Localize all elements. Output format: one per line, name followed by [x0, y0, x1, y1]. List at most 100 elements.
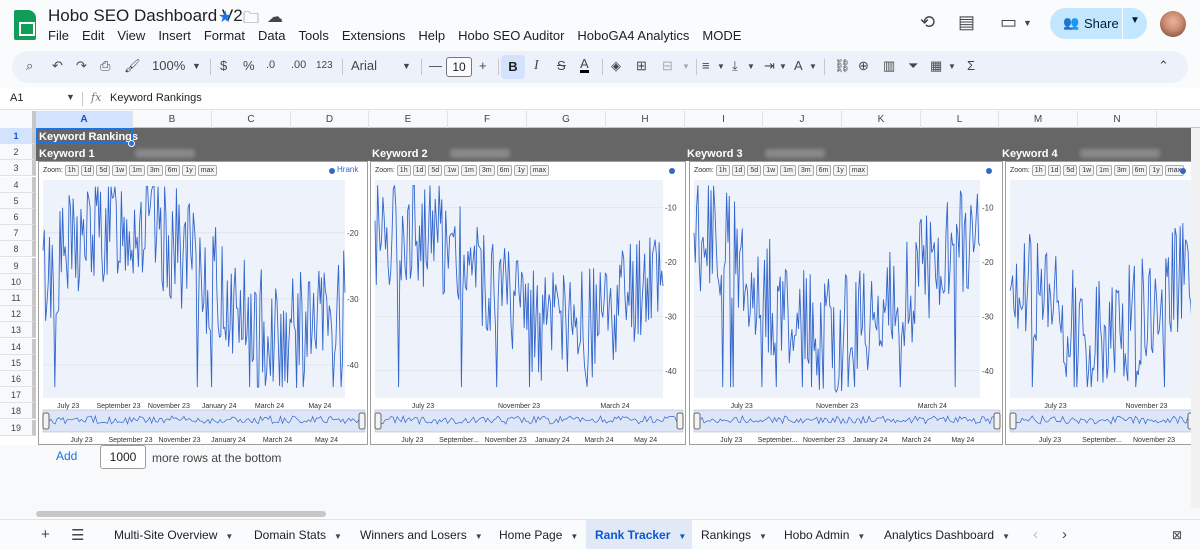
tab-menu-caret-icon[interactable]: ▼ [857, 532, 865, 541]
menu-hoboga4-analytics[interactable]: HoboGA4 Analytics [577, 27, 696, 43]
rank-chart-2[interactable]: Zoom: 1h 1d 5d 1w 1m 3m 6m 1y max -10 -20 -30 -40 Jul… [370, 161, 686, 445]
insert-comment-icon[interactable]: ⊕ [858, 58, 869, 74]
increase-font-size-icon[interactable]: + [479, 58, 487, 73]
search-menus-icon[interactable]: ⌕ [26, 58, 33, 74]
rows-count-input[interactable]: 1000 [100, 445, 146, 469]
horizontal-align-icon[interactable]: ≡ [702, 58, 710, 73]
undo-icon[interactable]: ↶ [52, 58, 63, 74]
column-header-i[interactable]: I [685, 111, 763, 128]
sheet-tab-winners-and-losers[interactable]: Winners and Losers ▼ [351, 520, 484, 549]
bold-button[interactable]: B [501, 55, 525, 79]
row-header-17[interactable]: 17 [0, 387, 36, 404]
borders-icon[interactable]: ⊞ [636, 58, 647, 74]
vertical-scrollbar[interactable] [1191, 128, 1200, 508]
select-all-corner[interactable] [0, 111, 36, 128]
meet-video-icon[interactable]: ▭ [1000, 12, 1017, 33]
spreadsheet-grid[interactable]: ABCDEFGHIJKLMN 1 2 3 4 5 6 7 8 9 10 11 12 13 14 15 16 17… [0, 111, 1200, 516]
share-button[interactable]: 👥 Share ▼ [1050, 8, 1147, 39]
wrap-caret-icon[interactable]: ▼ [779, 62, 787, 71]
keyword-label-1[interactable]: Keyword 1 [39, 148, 95, 160]
tab-menu-caret-icon[interactable]: ▼ [1002, 532, 1010, 541]
more-formats-button[interactable]: 123 [316, 60, 333, 71]
decrease-decimal-button[interactable]: .0 [266, 59, 275, 71]
text-color-button[interactable]: A [580, 57, 589, 73]
menu-view[interactable]: View [117, 27, 152, 43]
menu-tools[interactable]: Tools [298, 27, 335, 43]
merge-cells-icon[interactable]: ⊟ [662, 58, 673, 74]
row-header-1[interactable]: 1 [0, 128, 36, 144]
row-header-8[interactable]: 8 [0, 241, 36, 258]
insert-link-icon[interactable]: ⛓ [834, 58, 851, 74]
format-percent-button[interactable]: % [243, 58, 255, 73]
column-header-m[interactable]: M [999, 111, 1078, 128]
sheet-tab-hobo-admin[interactable]: Hobo Admin ▼ [775, 520, 869, 549]
sheet-tab-analytics-dashboard[interactable]: Analytics Dashboard ▼ [875, 520, 1021, 549]
all-sheets-icon[interactable]: ☰ [71, 526, 84, 544]
column-header-f[interactable]: F [448, 111, 527, 128]
row-header-7[interactable]: 7 [0, 225, 36, 242]
column-header-e[interactable]: E [369, 111, 448, 128]
tab-menu-caret-icon[interactable]: ▼ [678, 532, 686, 541]
keyword-label-2[interactable]: Keyword 2 [372, 148, 428, 160]
column-header-j[interactable]: J [763, 111, 842, 128]
font-size-input[interactable]: 10 [446, 57, 472, 77]
filter-views-caret-icon[interactable]: ▼ [948, 62, 956, 71]
menu-format[interactable]: Format [204, 27, 252, 43]
rotation-caret-icon[interactable]: ▼ [809, 62, 817, 71]
halign-caret-icon[interactable]: ▼ [717, 62, 725, 71]
text-rotation-icon[interactable]: A [794, 58, 803, 73]
row-header-5[interactable]: 5 [0, 192, 36, 209]
menu-file[interactable]: File [48, 27, 76, 43]
row-header-11[interactable]: 11 [0, 290, 36, 306]
sheet-tab-rankings[interactable]: Rankings ▼ [692, 520, 769, 549]
add-sheet-icon[interactable]: + [41, 526, 50, 543]
format-currency-button[interactable]: $ [220, 58, 227, 73]
insert-chart-icon[interactable]: ▥ [883, 58, 895, 74]
horizontal-scrollbar[interactable] [36, 511, 326, 517]
increase-decimal-button[interactable]: .00 [291, 59, 306, 71]
tab-menu-caret-icon[interactable]: ▼ [759, 532, 767, 541]
column-header-d[interactable]: D [291, 111, 369, 128]
fill-handle[interactable] [128, 140, 135, 147]
sheet-tab-domain-stats[interactable]: Domain Stats ▼ [245, 520, 345, 549]
tab-menu-caret-icon[interactable]: ▼ [225, 532, 233, 541]
explore-icon[interactable]: ⊠ [1172, 528, 1182, 542]
row-header-16[interactable]: 16 [0, 371, 36, 387]
row-header-9[interactable]: 9 [0, 257, 36, 274]
document-title[interactable]: Hobo SEO Dashboard V2 [48, 6, 243, 26]
menu-data[interactable]: Data [258, 27, 292, 43]
row-header-3[interactable]: 3 [0, 160, 36, 177]
row-header-14[interactable]: 14 [0, 338, 36, 355]
meet-caret-icon[interactable]: ▼ [1023, 18, 1032, 28]
paint-format-icon[interactable]: 🖌 [124, 58, 141, 74]
strikethrough-button[interactable]: S [557, 58, 566, 73]
filter-views-icon[interactable]: ▦ [930, 58, 942, 74]
row-header-6[interactable]: 6 [0, 209, 36, 225]
row-header-13[interactable]: 13 [0, 322, 36, 339]
functions-button[interactable]: Σ [967, 58, 975, 73]
sheet-tab-multi-site-overview[interactable]: Multi-Site Overview ▼ [105, 520, 241, 549]
keyword-label-3[interactable]: Keyword 3 [687, 148, 743, 160]
keyword-label-4[interactable]: Keyword 4 [1002, 148, 1058, 160]
redo-icon[interactable]: ↷ [76, 58, 87, 74]
font-select[interactable]: Arial [351, 58, 377, 73]
row-header-10[interactable]: 10 [0, 273, 36, 290]
menu-hobo-seo-auditor[interactable]: Hobo SEO Auditor [458, 27, 571, 43]
row-header-4[interactable]: 4 [0, 176, 36, 193]
share-caret-icon[interactable]: ▼ [1130, 15, 1140, 26]
decrease-font-size-icon[interactable]: — [429, 58, 442, 73]
sheet-tab-rank-tracker[interactable]: Rank Tracker ▼ [586, 520, 692, 549]
zoom-select[interactable]: 100% [152, 58, 185, 73]
column-header-c[interactable]: C [212, 111, 291, 128]
rank-chart-4[interactable]: Zoom: 1h 1d 5d 1w 1m 3m 6m 1y max July 23 November… [1005, 161, 1197, 445]
avatar[interactable] [1160, 11, 1186, 37]
menu-insert[interactable]: Insert [158, 27, 198, 43]
menu-mode[interactable]: MODE [702, 27, 748, 43]
column-header-k[interactable]: K [842, 111, 921, 128]
row-header-18[interactable]: 18 [0, 403, 36, 420]
vertical-align-icon[interactable]: ⤓ [732, 58, 738, 74]
italic-button[interactable]: I [534, 58, 539, 74]
column-header-g[interactable]: G [527, 111, 606, 128]
print-icon[interactable]: ⎙ [100, 58, 110, 74]
column-header-l[interactable]: L [921, 111, 999, 128]
